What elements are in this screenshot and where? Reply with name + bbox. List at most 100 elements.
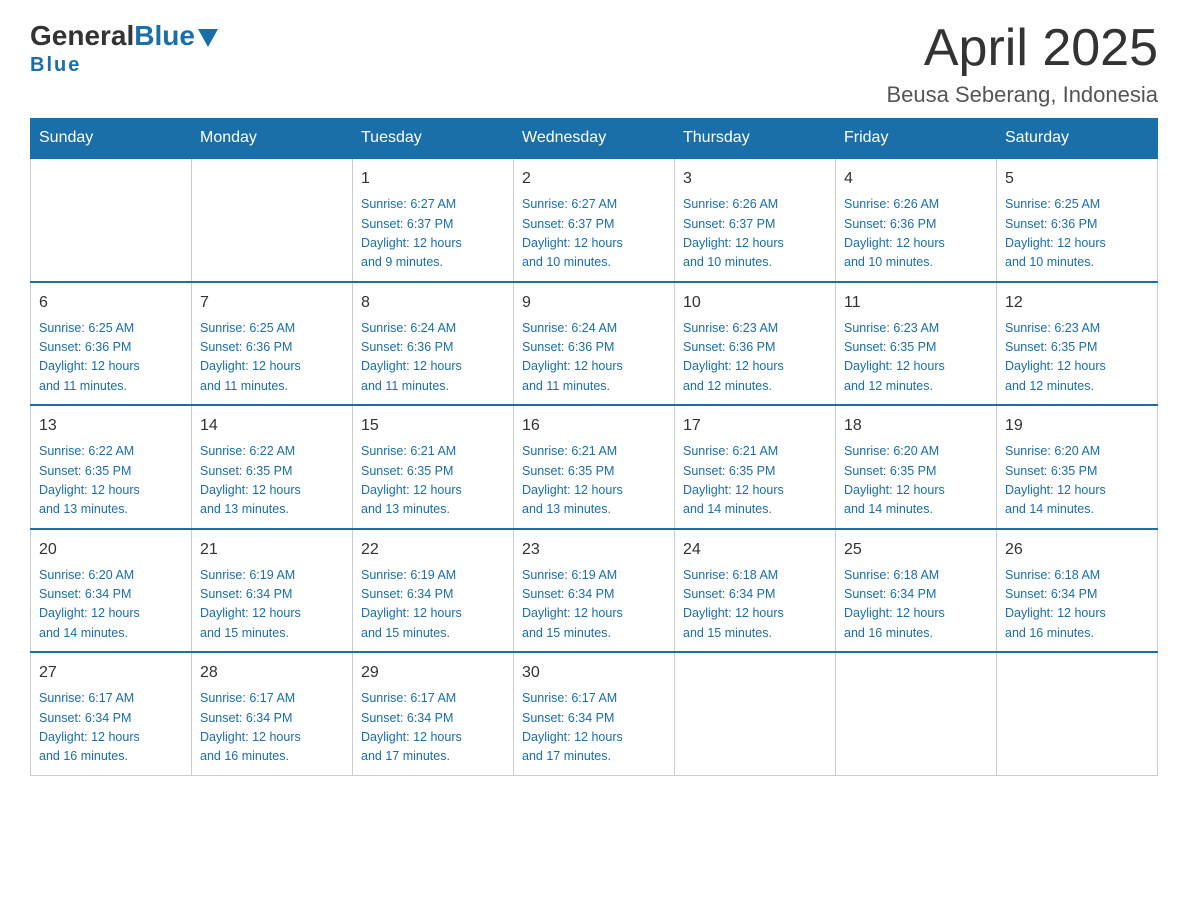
logo-triangle-icon	[198, 29, 218, 47]
calendar-cell: 9 Sunrise: 6:24 AM Sunset: 6:36 PM Daylig…	[514, 282, 675, 406]
day-number: 16	[522, 414, 666, 438]
logo: General Blue Blue	[30, 20, 218, 77]
logo-underline: Blue	[30, 54, 81, 77]
day-number: 15	[361, 414, 505, 438]
day-info: Sunrise: 6:18 AM Sunset: 6:34 PM Dayligh…	[683, 566, 827, 644]
calendar-cell: 21 Sunrise: 6:19 AM Sunset: 6:34 PM Dayli…	[192, 529, 353, 653]
logo-blue-text: Blue	[134, 20, 195, 52]
calendar-week-row: 1 Sunrise: 6:27 AM Sunset: 6:37 PM Daylig…	[31, 158, 1158, 282]
day-info: Sunrise: 6:26 AM Sunset: 6:37 PM Dayligh…	[683, 195, 827, 273]
day-number: 24	[683, 538, 827, 562]
day-info: Sunrise: 6:23 AM Sunset: 6:36 PM Dayligh…	[683, 319, 827, 397]
day-info: Sunrise: 6:24 AM Sunset: 6:36 PM Dayligh…	[522, 319, 666, 397]
day-number: 5	[1005, 167, 1149, 191]
calendar-cell	[675, 652, 836, 775]
day-number: 4	[844, 167, 988, 191]
day-info: Sunrise: 6:25 AM Sunset: 6:36 PM Dayligh…	[39, 319, 183, 397]
day-number: 13	[39, 414, 183, 438]
calendar-cell: 25Sunrise: 6:18 AM Sunset: 6:34 PM Dayli…	[836, 529, 997, 653]
calendar-cell: 13 Sunrise: 6:22 AM Sunset: 6:35 PM Dayli…	[31, 405, 192, 529]
day-info: Sunrise: 6:17 AM Sunset: 6:34 PM Dayligh…	[200, 689, 344, 767]
day-info: Sunrise: 6:17 AM Sunset: 6:34 PM Dayligh…	[522, 689, 666, 767]
day-info: Sunrise: 6:24 AM Sunset: 6:36 PM Dayligh…	[361, 319, 505, 397]
calendar-cell: 6 Sunrise: 6:25 AM Sunset: 6:36 PM Daylig…	[31, 282, 192, 406]
day-info: Sunrise: 6:20 AM Sunset: 6:34 PM Dayligh…	[39, 566, 183, 644]
day-number: 19	[1005, 414, 1149, 438]
day-info: Sunrise: 6:19 AM Sunset: 6:34 PM Dayligh…	[361, 566, 505, 644]
day-number: 22	[361, 538, 505, 562]
day-info: Sunrise: 6:20 AM Sunset: 6:35 PM Dayligh…	[844, 442, 988, 520]
calendar-cell: 7 Sunrise: 6:25 AM Sunset: 6:36 PM Daylig…	[192, 282, 353, 406]
day-number: 20	[39, 538, 183, 562]
day-info: Sunrise: 6:21 AM Sunset: 6:35 PM Dayligh…	[683, 442, 827, 520]
day-header-tuesday: Tuesday	[353, 119, 514, 159]
calendar-cell: 18 Sunrise: 6:20 AM Sunset: 6:35 PM Dayli…	[836, 405, 997, 529]
day-info: Sunrise: 6:26 AM Sunset: 6:36 PM Dayligh…	[844, 195, 988, 273]
day-number: 3	[683, 167, 827, 191]
day-number: 29	[361, 661, 505, 685]
calendar-cell: 28 Sunrise: 6:17 AM Sunset: 6:34 PM Dayli…	[192, 652, 353, 775]
day-number: 8	[361, 291, 505, 315]
location-subtitle: Beusa Seberang, Indonesia	[886, 82, 1158, 108]
day-info: Sunrise: 6:19 AM Sunset: 6:34 PM Dayligh…	[522, 566, 666, 644]
calendar-cell	[997, 652, 1158, 775]
day-number: 28	[200, 661, 344, 685]
day-header-friday: Friday	[836, 119, 997, 159]
logo-general-text: General	[30, 20, 134, 52]
day-number: 27	[39, 661, 183, 685]
day-header-wednesday: Wednesday	[514, 119, 675, 159]
day-header-sunday: Sunday	[31, 119, 192, 159]
day-header-saturday: Saturday	[997, 119, 1158, 159]
calendar-week-row: 13 Sunrise: 6:22 AM Sunset: 6:35 PM Dayli…	[31, 405, 1158, 529]
calendar-cell: 8 Sunrise: 6:24 AM Sunset: 6:36 PM Daylig…	[353, 282, 514, 406]
day-number: 11	[844, 291, 988, 315]
day-info: Sunrise: 6:17 AM Sunset: 6:34 PM Dayligh…	[39, 689, 183, 767]
calendar-cell: 12Sunrise: 6:23 AM Sunset: 6:35 PM Dayli…	[997, 282, 1158, 406]
day-info: Sunrise: 6:22 AM Sunset: 6:35 PM Dayligh…	[39, 442, 183, 520]
day-number: 9	[522, 291, 666, 315]
calendar-cell: 24 Sunrise: 6:18 AM Sunset: 6:34 PM Dayli…	[675, 529, 836, 653]
calendar-cell: 27 Sunrise: 6:17 AM Sunset: 6:34 PM Dayli…	[31, 652, 192, 775]
day-number: 21	[200, 538, 344, 562]
day-info: Sunrise: 6:27 AM Sunset: 6:37 PM Dayligh…	[522, 195, 666, 273]
day-number: 12	[1005, 291, 1149, 315]
day-number: 23	[522, 538, 666, 562]
calendar-cell: 11 Sunrise: 6:23 AM Sunset: 6:35 PM Dayli…	[836, 282, 997, 406]
calendar-cell: 26 Sunrise: 6:18 AM Sunset: 6:34 PM Dayli…	[997, 529, 1158, 653]
day-header-thursday: Thursday	[675, 119, 836, 159]
calendar-cell: 23 Sunrise: 6:19 AM Sunset: 6:34 PM Dayli…	[514, 529, 675, 653]
calendar-cell: 5 Sunrise: 6:25 AM Sunset: 6:36 PM Daylig…	[997, 158, 1158, 282]
calendar-week-row: 27 Sunrise: 6:17 AM Sunset: 6:34 PM Dayli…	[31, 652, 1158, 775]
day-info: Sunrise: 6:23 AM Sunset: 6:35 PM Dayligh…	[844, 319, 988, 397]
page-header: General Blue Blue April 2025 Beusa Seber…	[30, 20, 1158, 108]
day-number: 7	[200, 291, 344, 315]
day-info: Sunrise: 6:18 AM Sunset: 6:34 PM Dayligh…	[1005, 566, 1149, 644]
day-info: Sunrise: 6:27 AM Sunset: 6:37 PM Dayligh…	[361, 195, 505, 273]
day-number: 10	[683, 291, 827, 315]
day-number: 18	[844, 414, 988, 438]
day-info: Sunrise: 6:25 AM Sunset: 6:36 PM Dayligh…	[1005, 195, 1149, 273]
day-number: 6	[39, 291, 183, 315]
day-info: Sunrise: 6:19 AM Sunset: 6:34 PM Dayligh…	[200, 566, 344, 644]
day-number: 1	[361, 167, 505, 191]
day-info: Sunrise: 6:20 AM Sunset: 6:35 PM Dayligh…	[1005, 442, 1149, 520]
day-info: Sunrise: 6:25 AM Sunset: 6:36 PM Dayligh…	[200, 319, 344, 397]
day-number: 26	[1005, 538, 1149, 562]
calendar-cell: 10 Sunrise: 6:23 AM Sunset: 6:36 PM Dayli…	[675, 282, 836, 406]
day-info: Sunrise: 6:22 AM Sunset: 6:35 PM Dayligh…	[200, 442, 344, 520]
calendar-cell: 17 Sunrise: 6:21 AM Sunset: 6:35 PM Dayli…	[675, 405, 836, 529]
month-year-title: April 2025	[886, 20, 1158, 77]
day-header-monday: Monday	[192, 119, 353, 159]
calendar-cell: 15 Sunrise: 6:21 AM Sunset: 6:35 PM Dayli…	[353, 405, 514, 529]
calendar-cell: 22 Sunrise: 6:19 AM Sunset: 6:34 PM Dayli…	[353, 529, 514, 653]
logo-blue-part: Blue	[134, 20, 218, 52]
day-number: 17	[683, 414, 827, 438]
calendar-cell: 4 Sunrise: 6:26 AM Sunset: 6:36 PM Daylig…	[836, 158, 997, 282]
calendar-cell	[192, 158, 353, 282]
calendar-cell: 30 Sunrise: 6:17 AM Sunset: 6:34 PM Dayli…	[514, 652, 675, 775]
calendar-week-row: 20 Sunrise: 6:20 AM Sunset: 6:34 PM Dayli…	[31, 529, 1158, 653]
day-number: 30	[522, 661, 666, 685]
calendar-table: SundayMondayTuesdayWednesdayThursdayFrid…	[30, 118, 1158, 776]
calendar-cell: 19 Sunrise: 6:20 AM Sunset: 6:35 PM Dayli…	[997, 405, 1158, 529]
day-info: Sunrise: 6:21 AM Sunset: 6:35 PM Dayligh…	[361, 442, 505, 520]
